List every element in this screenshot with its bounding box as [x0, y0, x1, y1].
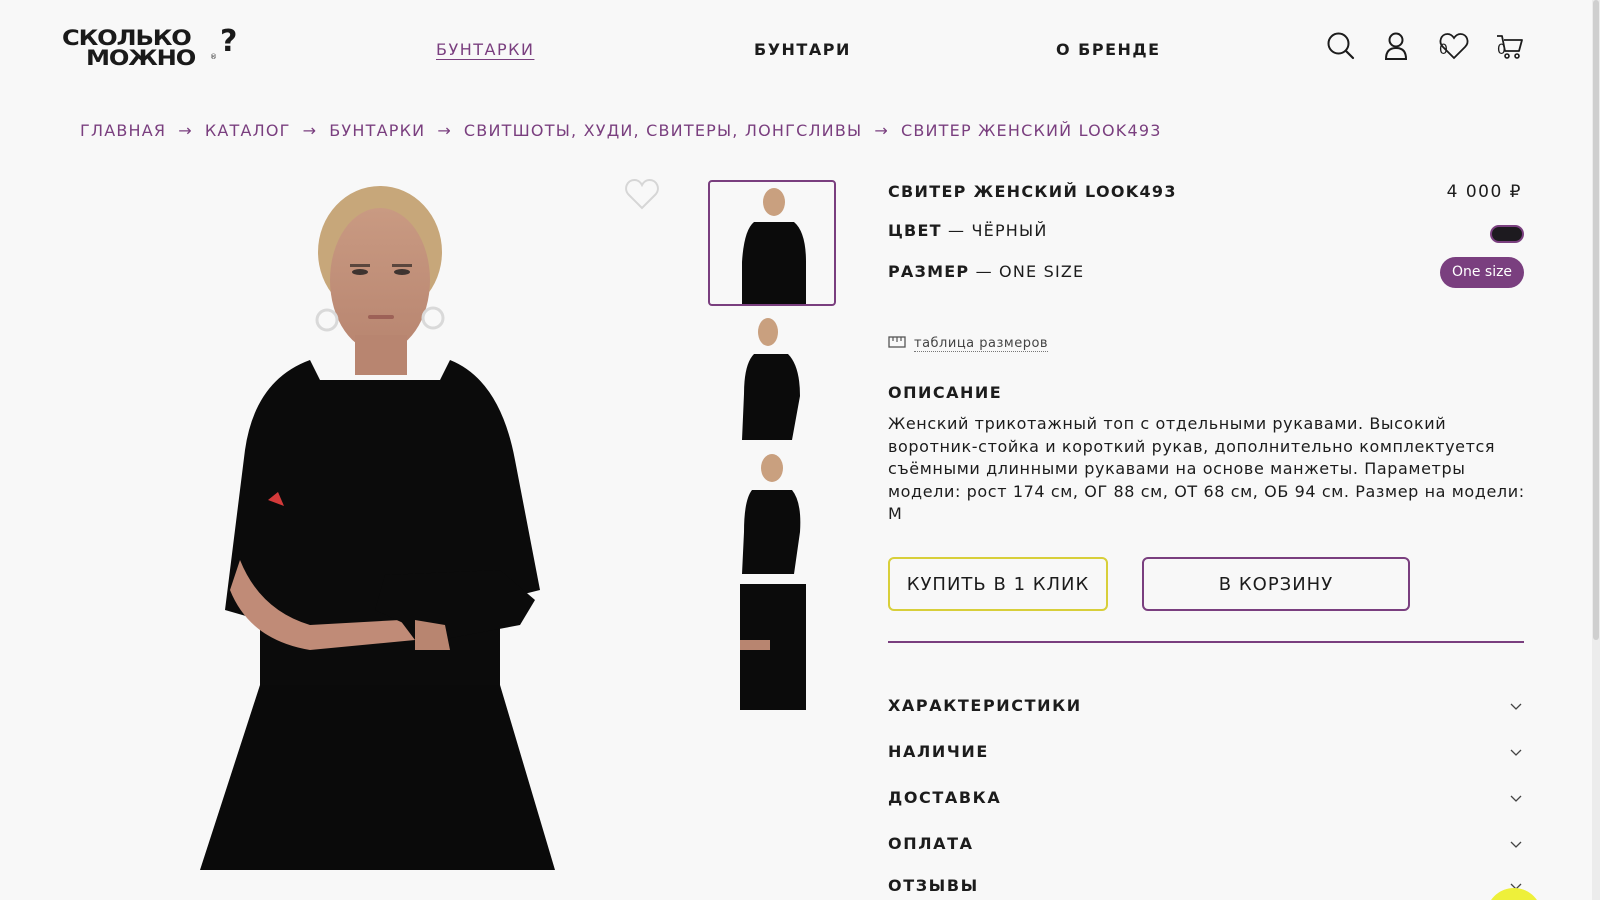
- size-label: РАЗМЕР: [888, 262, 970, 281]
- color-swatch-black[interactable]: [1490, 225, 1524, 243]
- breadcrumb-arrow-icon: →: [437, 121, 452, 140]
- breadcrumb-home[interactable]: ГЛАВНАЯ: [80, 121, 166, 140]
- brand-logo[interactable]: СКОЛЬКО МОЖНО ? ®: [62, 24, 242, 72]
- product-title: СВИТЕР ЖЕНСКИЙ LOOK493: [888, 182, 1177, 201]
- wishlist-heart-icon[interactable]: 0: [1438, 31, 1469, 61]
- add-to-wishlist-heart-icon[interactable]: [624, 178, 660, 210]
- product-thumbnail-3[interactable]: [708, 448, 836, 574]
- nav-buntarki[interactable]: БУНТАРКИ: [436, 40, 534, 59]
- accordion-availability[interactable]: НАЛИЧИЕ: [888, 738, 1524, 766]
- size-table-link[interactable]: таблица размеров: [888, 336, 1049, 352]
- logo-line-2: МОЖНО: [86, 46, 196, 70]
- accordion-characteristics[interactable]: ХАРАКТЕРИСТИКИ: [888, 692, 1524, 720]
- product-thumbnail-1[interactable]: [708, 180, 836, 306]
- chevron-down-icon: [1510, 841, 1522, 848]
- accordion-label: ОТЗЫВЫ: [888, 876, 979, 895]
- chevron-down-icon: [1510, 703, 1522, 710]
- size-value: — ONE SIZE: [975, 262, 1085, 281]
- page-scrollbar[interactable]: [1592, 0, 1600, 900]
- site-header: СКОЛЬКО МОЖНО ? ® БУНТАРКИ БУНТАРИ О БРЕ…: [0, 0, 1600, 100]
- description-text: Женский трикотажный топ с отдельными рук…: [888, 414, 1525, 523]
- wishlist-count: 0: [1439, 42, 1448, 58]
- size-option-one-size[interactable]: One size: [1440, 257, 1524, 288]
- chevron-down-icon: [1510, 749, 1522, 756]
- accordion-label: ДОСТАВКА: [888, 788, 1002, 807]
- accordion-label: ХАРАКТЕРИСТИКИ: [888, 696, 1082, 715]
- product-thumbnail-2[interactable]: [708, 314, 836, 440]
- chevron-down-icon: [1510, 795, 1522, 802]
- color-label: ЦВЕТ: [888, 221, 942, 240]
- breadcrumb-arrow-icon: →: [178, 121, 193, 140]
- color-value: — ЧЁРНЫЙ: [947, 221, 1048, 240]
- buy-one-click-button[interactable]: КУПИТЬ В 1 КЛИК: [888, 557, 1108, 611]
- breadcrumb-arrow-icon: →: [874, 121, 889, 140]
- logo-question-mark: ?: [220, 24, 238, 59]
- breadcrumb-catalog[interactable]: КАТАЛОГ: [205, 121, 291, 140]
- search-icon[interactable]: [1326, 31, 1356, 61]
- description-heading: ОПИСАНИЕ: [888, 383, 1003, 402]
- accordion-label: НАЛИЧИЕ: [888, 742, 989, 761]
- breadcrumb-category[interactable]: СВИТШОТЫ, ХУДИ, СВИТЕРЫ, ЛОНГСЛИВЫ: [464, 121, 862, 140]
- ruler-icon: [888, 336, 906, 348]
- breadcrumb-current: СВИТЕР ЖЕНСКИЙ LOOK493: [900, 121, 1162, 140]
- breadcrumb-arrow-icon: →: [302, 121, 318, 140]
- cart-count: 0: [1497, 42, 1506, 58]
- nav-buntari[interactable]: БУНТАРИ: [754, 40, 851, 59]
- accordion-delivery[interactable]: ДОСТАВКА: [888, 784, 1524, 812]
- size-row: РАЗМЕР — ONE SIZE: [888, 262, 1084, 281]
- accordion-payment[interactable]: ОПЛАТА: [888, 830, 1524, 858]
- cart-icon[interactable]: 0: [1494, 31, 1524, 61]
- accordion-label: ОПЛАТА: [888, 834, 974, 853]
- nav-about-brand[interactable]: О БРЕНДЕ: [1056, 40, 1161, 59]
- section-divider: [888, 641, 1524, 643]
- add-to-cart-button[interactable]: В КОРЗИНУ: [1142, 557, 1410, 611]
- product-thumbnail-4[interactable]: [708, 584, 836, 710]
- size-table-label: таблица размеров: [914, 336, 1049, 352]
- breadcrumb-buntarki[interactable]: БУНТАРКИ: [329, 121, 425, 140]
- product-price: 4 000 ₽: [1446, 182, 1522, 202]
- accordion-reviews[interactable]: ОТЗЫВЫ: [888, 872, 1524, 900]
- breadcrumb: ГЛАВНАЯ → КАТАЛОГ → БУНТАРКИ → СВИТШОТЫ, ХУДИ,…: [80, 121, 1162, 140]
- logo-registered-mark: ®: [210, 53, 217, 61]
- scrollbar-thumb[interactable]: [1593, 0, 1599, 640]
- color-row: ЦВЕТ — ЧЁРНЫЙ: [888, 221, 1048, 240]
- product-main-photo[interactable]: [200, 180, 560, 870]
- user-icon[interactable]: [1382, 31, 1412, 61]
